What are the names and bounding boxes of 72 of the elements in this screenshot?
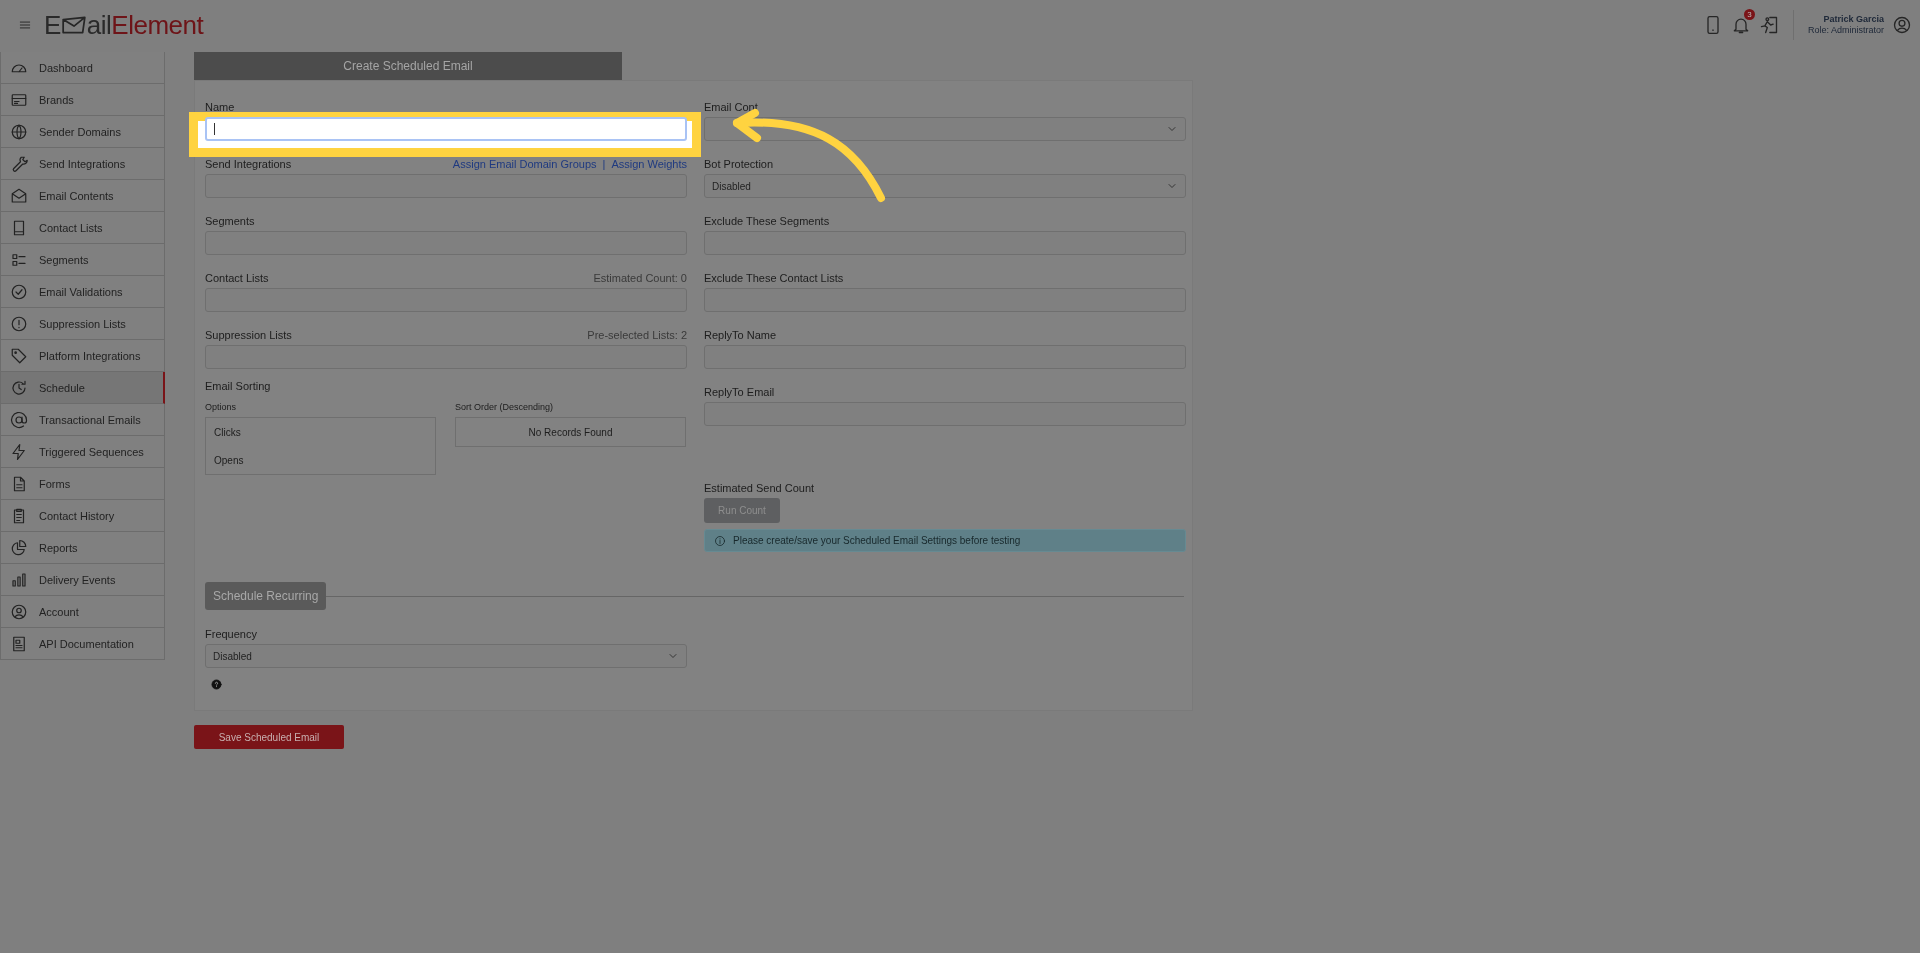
list-item[interactable]: Clicks: [214, 418, 427, 446]
field-label: Exclude These Segments: [704, 215, 830, 227]
section-label: Email Sorting: [205, 380, 272, 392]
field-label: Name: [205, 101, 235, 113]
select-field[interactable]: [704, 117, 1186, 141]
sidebar-item[interactable]: Triggered Sequences: [0, 436, 165, 468]
input-field[interactable]: [205, 117, 687, 141]
list-item[interactable]: Opens: [214, 446, 427, 474]
sidebar-item[interactable]: Suppression Lists: [0, 308, 165, 340]
section-label: Estimated Send Count: [704, 482, 816, 494]
sidebar-item[interactable]: Segments: [0, 244, 165, 276]
globe-icon: [10, 122, 28, 141]
sidebar-item[interactable]: Transactional Emails: [0, 404, 165, 436]
sidebar-item[interactable]: Contact Lists: [0, 212, 165, 244]
field-label: Send Integrations: [205, 158, 292, 170]
sidebar-item[interactable]: Account: [0, 596, 165, 628]
info-text: Please create/save your Scheduled Email Settings before testing: [733, 535, 1021, 546]
user-circle-icon: [10, 602, 28, 621]
document-icon: [10, 634, 28, 653]
sidebar-item[interactable]: Email Contents: [0, 180, 165, 212]
help-icon: [211, 679, 222, 690]
field-label: ReplyTo Email: [704, 386, 775, 398]
link[interactable]: Assign Email Domain Groups: [452, 158, 597, 170]
sidebar-item[interactable]: Platform Integrations: [0, 340, 165, 372]
bar-chart-icon: [10, 570, 28, 589]
pie-chart-icon: [10, 538, 28, 557]
wrench-icon: [10, 154, 28, 173]
logo[interactable]: E ailElement: [44, 9, 204, 41]
menu-icon[interactable]: [18, 18, 32, 32]
field-label: Bot Protection: [704, 158, 774, 170]
avatar-icon[interactable]: [1892, 15, 1912, 35]
sidebar-item[interactable]: Sender Domains: [0, 116, 165, 148]
column-label: Sort Order (Descending): [455, 402, 555, 412]
field-label: ReplyTo Name: [704, 329, 777, 341]
sidebar-item[interactable]: Contact History: [0, 500, 165, 532]
link-separator: |: [602, 158, 606, 170]
info-icon: [714, 534, 726, 547]
exit-icon[interactable]: [1758, 15, 1779, 35]
empty-list-message: No Records Found: [455, 417, 686, 447]
sidebar-item[interactable]: Email Validations: [0, 276, 165, 308]
select-field[interactable]: Disabled: [205, 644, 687, 668]
field-label: Exclude These Contact Lists: [704, 272, 844, 284]
at-sign-icon: [10, 410, 28, 429]
select-field[interactable]: Disabled: [704, 174, 1186, 198]
schedule-recurring-button[interactable]: Schedule Recurring: [205, 582, 327, 610]
sidebar-item[interactable]: Delivery Events: [0, 564, 165, 596]
envelope-icon: [10, 186, 28, 205]
lightning-icon: [10, 442, 28, 461]
form-tab[interactable]: Create Scheduled Email: [194, 52, 622, 80]
sidebar-item[interactable]: Brands: [0, 84, 165, 116]
field-label: Suppression Lists: [205, 329, 292, 341]
field-note: Estimated Count: 0: [593, 272, 687, 284]
tag-icon: [10, 346, 28, 365]
notification-badge: 3: [1743, 9, 1755, 20]
sidebar-item[interactable]: Send Integrations: [0, 148, 165, 180]
column-label: Options: [205, 402, 238, 412]
sidebar-item[interactable]: Forms: [0, 468, 165, 500]
clock-icon: [10, 378, 28, 397]
field-label: Frequency: [205, 628, 257, 640]
sidebar-item[interactable]: Schedule: [0, 372, 165, 404]
sidebar-item[interactable]: API Documentation: [0, 628, 165, 660]
sidebar-item[interactable]: Reports: [0, 532, 165, 564]
sidebar-item[interactable]: Dashboard: [0, 52, 165, 84]
user-role: Role: Administrator: [1807, 25, 1884, 36]
field-note: Pre-selected Lists: 2: [587, 329, 687, 341]
field-label: Contact Lists: [205, 272, 269, 284]
alert-circle-icon: [10, 314, 28, 333]
link[interactable]: Assign Weights: [611, 158, 687, 170]
check-circle-icon: [10, 282, 28, 301]
field-label: Segments: [205, 215, 255, 227]
user-name: Patrick Garcia: [1823, 14, 1884, 25]
save-button[interactable]: Save Scheduled Email: [194, 725, 344, 749]
